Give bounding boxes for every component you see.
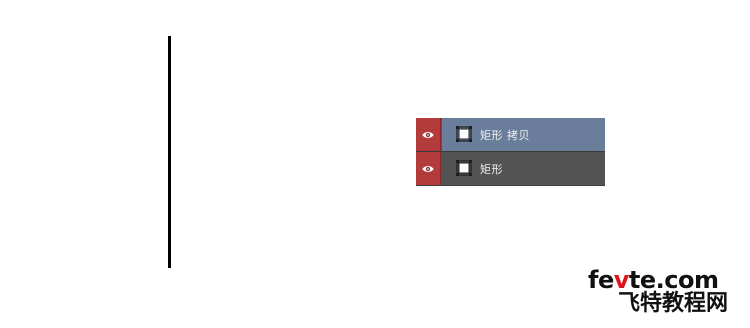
eye-icon [422, 165, 434, 172]
watermark-url: fevte.com [588, 266, 719, 294]
site-watermark-logo: fevte.com 飞特教程网 [588, 268, 744, 318]
layers-panel: 矩形 拷贝 矩形 [416, 118, 605, 186]
canvas: 矩形 拷贝 矩形 fevte.com 飞特教程网 [0, 0, 750, 328]
layer-row-rect-copy[interactable]: 矩形 拷贝 [416, 118, 605, 151]
layer-row-rect[interactable]: 矩形 [416, 152, 605, 185]
shape-layer-icon [456, 126, 472, 142]
vertical-divider-line [168, 36, 171, 268]
layer-body[interactable]: 矩形 [442, 152, 605, 185]
watermark-chinese-name: 飞特教程网 [618, 291, 729, 316]
visibility-toggle[interactable] [416, 118, 441, 151]
eye-icon [422, 131, 434, 138]
visibility-toggle[interactable] [416, 152, 441, 185]
layer-body[interactable]: 矩形 拷贝 [442, 118, 605, 151]
layer-name: 矩形 拷贝 [480, 128, 530, 142]
shape-layer-icon [456, 160, 472, 176]
layer-name: 矩形 [480, 162, 503, 176]
